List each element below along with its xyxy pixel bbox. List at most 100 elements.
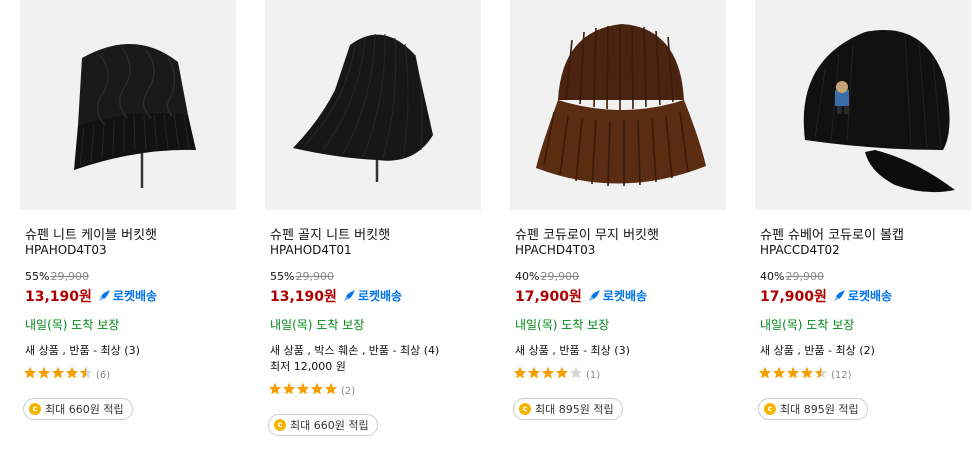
rating: (2) <box>268 382 355 399</box>
sale-price: 17,900원 로켓배송 <box>760 286 892 306</box>
product-code: HPAHOD4T01 <box>270 243 352 257</box>
coin-icon: c <box>519 403 531 415</box>
product-image[interactable] <box>20 0 236 210</box>
sale-price: 13,190원 로켓배송 <box>25 286 157 306</box>
product-card[interactable]: 슈펜 골지 니트 버킷햇 HPAHOD4T01 55%29,900 13,190… <box>265 0 481 469</box>
product-card[interactable]: 슈펜 니트 케이블 버킷햇 HPAHOD4T03 55%29,900 13,19… <box>20 0 236 469</box>
rocket-label: 로켓배송 <box>357 289 403 303</box>
coin-icon: c <box>274 419 286 431</box>
delivery-guarantee: 내일(목) 도착 보장 <box>25 318 120 332</box>
star-icon <box>541 366 555 379</box>
discount-info: 40%29,900 <box>515 270 579 283</box>
rocket-icon <box>98 290 110 301</box>
rocket-label: 로켓배송 <box>847 289 893 303</box>
rocket-icon <box>588 290 600 301</box>
star-icon <box>569 366 583 379</box>
star-icon <box>51 366 65 379</box>
product-name[interactable]: 슈펜 니트 케이블 버킷햇 <box>25 224 157 243</box>
reward-text: 최대 895원 적립 <box>535 403 614 416</box>
product-condition[interactable]: 새 상품 , 반품 - 최상 (3) <box>515 342 630 358</box>
star-icon <box>527 366 541 379</box>
product-card[interactable]: 슈펜 코듀로이 무지 버킷햇 HPACHD4T03 40%29,900 17,9… <box>510 0 726 469</box>
rocket-icon <box>833 290 845 301</box>
star-icon <box>814 366 828 379</box>
star-rating <box>268 382 338 399</box>
star-icon <box>37 366 51 379</box>
price-unit: 원 <box>569 289 582 305</box>
star-icon <box>79 366 93 379</box>
black-ribbed-knit-bucket-hat-image <box>265 0 481 210</box>
original-price: 29,900 <box>785 270 824 283</box>
star-icon <box>65 366 79 379</box>
price-value: 17,900 <box>760 289 815 305</box>
price-value: 17,900 <box>515 289 570 305</box>
star-icon <box>268 382 282 395</box>
price-value: 13,190 <box>270 289 325 305</box>
reward-badge: c 최대 895원 적립 <box>758 398 868 420</box>
rocket-delivery-badge: 로켓배송 <box>588 287 647 304</box>
star-rating <box>513 366 583 383</box>
black-knit-cable-bucket-hat-image <box>20 0 236 210</box>
star-icon <box>800 366 814 379</box>
price-unit: 원 <box>814 289 827 305</box>
product-name[interactable]: 슈펜 골지 니트 버킷햇 <box>270 224 390 243</box>
reward-badge: c 최대 660원 적립 <box>23 398 133 420</box>
rocket-delivery-badge: 로켓배송 <box>343 287 402 304</box>
brown-corduroy-bucket-hat-image <box>510 0 726 210</box>
reward-text: 최대 895원 적립 <box>780 403 859 416</box>
reward-badge: c 최대 660원 적립 <box>268 414 378 436</box>
star-icon <box>296 382 310 395</box>
rocket-icon <box>343 290 355 301</box>
star-icon <box>786 366 800 379</box>
price-unit: 원 <box>324 289 337 305</box>
lowest-price: 최저 12,000 원 <box>270 360 346 373</box>
sale-price: 17,900원 로켓배송 <box>515 286 647 306</box>
product-card[interactable]: 슈펜 슈베어 코듀로이 볼캡 HPACCD4T02 40%29,900 17,9… <box>755 0 971 469</box>
review-count: (1) <box>586 370 601 381</box>
discount-rate: 40% <box>515 270 540 283</box>
rating: (12) <box>758 366 852 383</box>
original-price: 29,900 <box>50 270 89 283</box>
sale-price: 13,190원 로켓배송 <box>270 286 402 306</box>
star-icon <box>555 366 569 379</box>
product-code: HPACCD4T02 <box>760 243 840 257</box>
star-icon <box>282 382 296 395</box>
rocket-delivery-badge: 로켓배송 <box>98 287 157 304</box>
discount-info: 55%29,900 <box>25 270 89 283</box>
product-image[interactable] <box>510 0 726 210</box>
product-name[interactable]: 슈펜 슈베어 코듀로이 볼캡 <box>760 224 904 243</box>
star-icon <box>513 366 527 379</box>
black-corduroy-ball-cap-image <box>755 0 971 210</box>
star-icon <box>23 366 37 379</box>
reward-badge: c 최대 895원 적립 <box>513 398 623 420</box>
rating: (6) <box>23 366 110 383</box>
rocket-label: 로켓배송 <box>112 289 158 303</box>
delivery-guarantee: 내일(목) 도착 보장 <box>270 318 365 332</box>
star-icon <box>758 366 772 379</box>
reward-text: 최대 660원 적립 <box>290 419 369 432</box>
delivery-guarantee: 내일(목) 도착 보장 <box>760 318 855 332</box>
product-condition[interactable]: 새 상품 , 반품 - 최상 (3) <box>25 342 140 358</box>
product-name[interactable]: 슈펜 코듀로이 무지 버킷햇 <box>515 224 659 243</box>
product-condition[interactable]: 새 상품 , 반품 - 최상 (2) <box>760 342 875 358</box>
product-code: HPAHOD4T03 <box>25 243 107 257</box>
coin-icon: c <box>764 403 776 415</box>
original-price: 29,900 <box>295 270 334 283</box>
star-icon <box>324 382 338 395</box>
product-image[interactable] <box>265 0 481 210</box>
discount-info: 55%29,900 <box>270 270 334 283</box>
reward-text: 최대 660원 적립 <box>45 403 124 416</box>
product-condition[interactable]: 새 상품 , 박스 훼손 , 반품 - 최상 (4) <box>270 342 439 358</box>
discount-rate: 55% <box>25 270 50 283</box>
delivery-guarantee: 내일(목) 도착 보장 <box>515 318 610 332</box>
bear-logo <box>835 81 849 114</box>
review-count: (2) <box>341 386 356 397</box>
review-count: (6) <box>96 370 111 381</box>
product-code: HPACHD4T03 <box>515 243 596 257</box>
rating: (1) <box>513 366 600 383</box>
price-value: 13,190 <box>25 289 80 305</box>
original-price: 29,900 <box>540 270 579 283</box>
star-icon <box>772 366 786 379</box>
product-image[interactable] <box>755 0 971 210</box>
discount-rate: 55% <box>270 270 295 283</box>
